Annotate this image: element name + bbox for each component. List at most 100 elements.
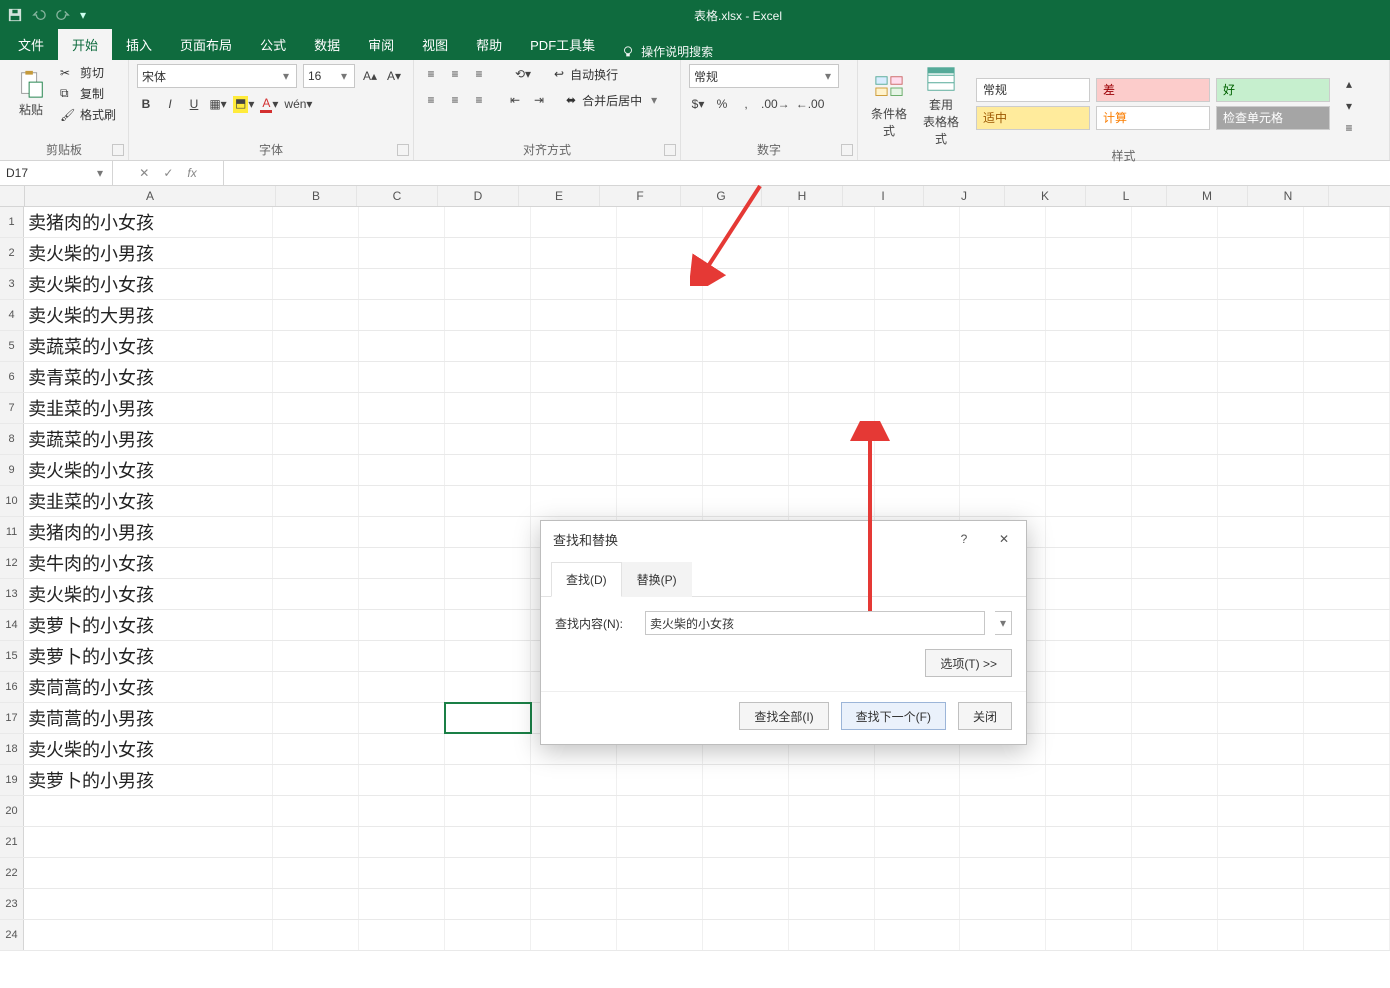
cell[interactable] [875,796,961,826]
cell[interactable] [1304,672,1390,702]
cell[interactable]: 卖韭菜的小女孩 [24,486,273,516]
cell[interactable] [273,827,359,857]
cell[interactable]: 卖茼蒿的小男孩 [24,703,273,733]
cell[interactable] [359,703,445,733]
cell[interactable] [875,300,961,330]
bold-button[interactable]: B [137,94,155,114]
cell[interactable] [1218,269,1304,299]
cell[interactable] [875,889,961,919]
align-left-button[interactable]: ≡ [422,90,440,110]
align-right-button[interactable]: ≡ [470,90,488,110]
cell[interactable] [1304,796,1390,826]
column-header[interactable]: E [519,186,600,206]
row-header[interactable]: 7 [0,393,24,423]
cell[interactable] [1132,269,1218,299]
row-header[interactable]: 10 [0,486,24,516]
cell[interactable] [1304,548,1390,578]
cell[interactable] [359,889,445,919]
cell[interactable] [1132,796,1218,826]
cell[interactable] [273,207,359,237]
cell[interactable] [1218,486,1304,516]
cell[interactable] [703,424,789,454]
tab-pdf-tools[interactable]: PDF工具集 [516,29,609,60]
row-header[interactable]: 17 [0,703,24,733]
cell[interactable] [359,827,445,857]
tab-formulas[interactable]: 公式 [246,29,300,60]
cell[interactable] [359,579,445,609]
cell[interactable] [1304,703,1390,733]
cell[interactable] [1046,734,1132,764]
tab-find-inner[interactable]: 查找(D) [551,562,622,597]
cell[interactable] [1046,486,1132,516]
cell[interactable] [1046,207,1132,237]
cell[interactable] [273,455,359,485]
cell[interactable]: 卖火柴的小女孩 [24,269,273,299]
cell[interactable] [531,765,617,795]
cell[interactable] [789,207,875,237]
cell[interactable] [531,300,617,330]
column-header[interactable]: K [1005,186,1086,206]
cell[interactable] [703,858,789,888]
row-header[interactable]: 23 [0,889,24,919]
decrease-font-button[interactable]: A▾ [385,66,403,86]
cell[interactable] [273,641,359,671]
cell[interactable] [703,486,789,516]
cell[interactable] [875,858,961,888]
cell[interactable] [531,827,617,857]
increase-font-button[interactable]: A▴ [361,66,379,86]
cell[interactable] [445,331,531,361]
cell[interactable] [1218,362,1304,392]
increase-indent-button[interactable]: ⇥ [530,90,548,110]
cell[interactable] [1304,765,1390,795]
cell[interactable] [703,300,789,330]
cell[interactable] [1304,238,1390,268]
cell[interactable] [617,238,703,268]
cell[interactable] [445,796,531,826]
cell[interactable]: 卖猪肉的小男孩 [24,517,273,547]
cell[interactable] [359,517,445,547]
percent-button[interactable]: % [713,94,731,114]
cell[interactable] [273,610,359,640]
cell[interactable] [531,424,617,454]
cell[interactable]: 卖茼蒿的小女孩 [24,672,273,702]
cell[interactable] [1132,734,1218,764]
align-top-button[interactable]: ≡ [422,64,440,84]
cell[interactable] [1304,362,1390,392]
cell[interactable] [273,703,359,733]
cell[interactable] [1304,207,1390,237]
cell[interactable] [1304,734,1390,764]
cell[interactable] [531,362,617,392]
cell[interactable] [273,269,359,299]
row-header[interactable]: 8 [0,424,24,454]
cell[interactable] [703,765,789,795]
cell[interactable] [273,796,359,826]
cell[interactable] [1046,455,1132,485]
cell[interactable] [1046,579,1132,609]
cell[interactable] [703,920,789,950]
cell[interactable] [1132,827,1218,857]
row-header[interactable]: 21 [0,827,24,857]
find-what-input[interactable]: 卖火柴的小女孩 [645,611,985,635]
tab-insert[interactable]: 插入 [112,29,166,60]
cell[interactable] [1132,331,1218,361]
row-header[interactable]: 9 [0,455,24,485]
style-gallery-up[interactable]: ▴ [1340,74,1358,94]
cell[interactable] [1218,920,1304,950]
style-neutral[interactable]: 适中 [976,106,1090,130]
cell[interactable]: 卖萝卜的小女孩 [24,641,273,671]
cell[interactable] [531,455,617,485]
cell[interactable] [1132,858,1218,888]
cell[interactable] [1218,300,1304,330]
row-header[interactable]: 19 [0,765,24,795]
cell[interactable] [1132,579,1218,609]
decrease-indent-button[interactable]: ⇤ [506,90,524,110]
cell[interactable] [1218,517,1304,547]
name-box[interactable]: D17 ▾ [0,161,113,185]
cell[interactable] [1218,331,1304,361]
cell[interactable] [875,238,961,268]
cell[interactable] [703,269,789,299]
cell[interactable] [789,300,875,330]
cell[interactable] [1132,517,1218,547]
cell[interactable] [960,393,1046,423]
border-button[interactable]: ▦▾ [209,94,227,114]
